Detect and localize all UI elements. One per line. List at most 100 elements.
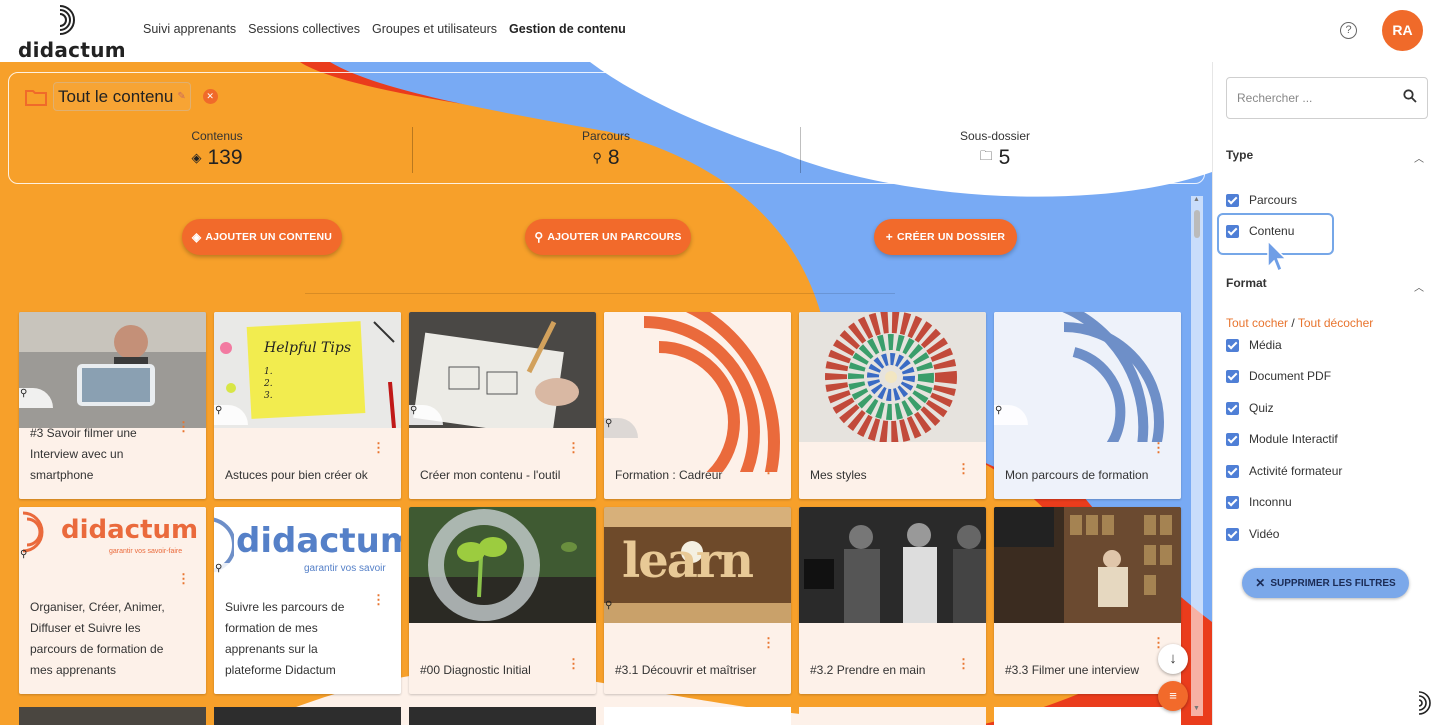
content-card-partial[interactable] xyxy=(19,707,206,725)
divider xyxy=(800,127,801,173)
content-card[interactable]: ⋮ #00 Diagnostic Initial xyxy=(409,507,596,694)
mouse-cursor-icon xyxy=(1267,239,1288,273)
filter-panel: Rechercher ... Type Parcours Contenu For… xyxy=(1212,62,1438,725)
checkbox-checked-icon[interactable] xyxy=(1226,464,1239,478)
checkbox-checked-icon[interactable] xyxy=(1226,432,1239,446)
filter-format-video[interactable]: Vidéo xyxy=(1226,527,1279,541)
content-card[interactable]: ⋮ #3.2 Prendre en main xyxy=(799,507,986,694)
scroll-down-arrow-icon[interactable]: ▼ xyxy=(1193,705,1200,712)
search-input[interactable]: Rechercher ... xyxy=(1226,77,1428,119)
content-card[interactable]: ⋮ #3.3 Filmer une interview xyxy=(994,507,1181,694)
more-vert-icon[interactable]: ⋮ xyxy=(1152,440,1165,456)
chevron-up-icon[interactable]: ︿ xyxy=(1414,279,1424,294)
filter-label: Inconnu xyxy=(1249,495,1292,509)
card-title: Organiser, Créer, Animer, Diffuser et Su… xyxy=(30,600,165,677)
card-title: Astuces pour bien créer ok xyxy=(225,468,368,482)
create-folder-label: CRÉER UN DOSSIER xyxy=(897,231,1006,243)
filter-format-module[interactable]: Module Interactif xyxy=(1226,432,1338,446)
more-vert-icon[interactable]: ⋮ xyxy=(177,571,190,587)
card-thumbnail xyxy=(409,507,596,623)
card-title: #00 Diagnostic Initial xyxy=(420,663,531,677)
didactum-logo[interactable]: didactum xyxy=(18,4,128,62)
checkbox-checked-icon[interactable] xyxy=(1226,369,1239,383)
card-thumbnail xyxy=(799,312,986,442)
logo-waves-icon xyxy=(59,5,75,35)
filter-label: Quiz xyxy=(1249,401,1274,415)
content-card-partial[interactable] xyxy=(604,707,791,725)
add-route-label: AJOUTER UN PARCOURS xyxy=(547,231,682,243)
more-vert-icon[interactable]: ⋮ xyxy=(567,440,580,456)
nav-suivi-apprenants[interactable]: Suivi apprenants xyxy=(143,22,236,36)
list-menu-icon[interactable]: ≡ xyxy=(1158,681,1188,711)
card-thumbnail xyxy=(994,507,1181,623)
content-card[interactable]: ⋮ Mes styles xyxy=(799,312,986,499)
content-card-partial[interactable] xyxy=(994,707,1181,725)
nav-groupes-utilisateurs[interactable]: Groupes et utilisateurs xyxy=(372,22,497,36)
content-card[interactable]: didactum garantir vos savoir-faire ⚲ ⋮ O… xyxy=(19,507,206,694)
close-icon: ✕ xyxy=(1255,576,1266,590)
filter-format-activite[interactable]: Activité formateur xyxy=(1226,464,1342,478)
scrollbar[interactable] xyxy=(1191,196,1203,716)
scroll-up-arrow-icon[interactable]: ▲ xyxy=(1193,196,1200,203)
stat-value: 5 xyxy=(998,146,1011,169)
clear-filters-button[interactable]: ✕ SUPPRIMER LES FILTRES xyxy=(1242,568,1409,598)
avatar[interactable]: RA xyxy=(1382,10,1423,51)
folder-icon xyxy=(25,88,47,106)
search-icon[interactable] xyxy=(1403,89,1417,103)
checkbox-checked-icon[interactable] xyxy=(1226,338,1239,352)
scrollbar-thumb[interactable] xyxy=(1194,210,1200,238)
nav-sessions-collectives[interactable]: Sessions collectives xyxy=(248,22,360,36)
nav-gestion-contenu[interactable]: Gestion de contenu xyxy=(509,22,626,36)
content-card[interactable]: ⚲ ⋮ #3 Savoir filmer une Interview avec … xyxy=(19,312,206,499)
checkbox-checked-icon[interactable] xyxy=(1226,193,1239,207)
filter-label: Vidéo xyxy=(1249,527,1280,541)
question-circle-icon[interactable]: ? xyxy=(1340,22,1357,39)
card-title: Suivre les parcours de formation de mes … xyxy=(225,600,345,677)
content-card[interactable]: ⚲ ⋮ Mon parcours de formation xyxy=(994,312,1181,499)
filter-format-media[interactable]: Média xyxy=(1226,338,1282,352)
close-icon[interactable]: ✕ xyxy=(202,89,218,104)
more-vert-icon[interactable]: ⋮ xyxy=(762,635,775,651)
checkbox-checked-icon[interactable] xyxy=(1226,401,1239,415)
content-area: Tout le contenu ✎ ✕ Contenus ◈ 139 Parcou… xyxy=(0,62,1212,725)
add-route-button[interactable]: ⚲ AJOUTER UN PARCOURS xyxy=(525,219,691,255)
filter-format-inconnu[interactable]: Inconnu xyxy=(1226,495,1292,509)
filter-format-pdf[interactable]: Document PDF xyxy=(1226,369,1331,383)
more-vert-icon[interactable]: ⋮ xyxy=(372,440,385,456)
filter-type-parcours[interactable]: Parcours xyxy=(1226,193,1297,207)
uncheck-all-link[interactable]: Tout décocher xyxy=(1298,316,1373,330)
card-title: Formation : Cadreur xyxy=(615,468,723,482)
create-folder-button[interactable]: + CRÉER UN DOSSIER xyxy=(874,219,1017,255)
type-section-title: Type xyxy=(1226,148,1254,162)
check-links: Tout cocher / Tout décocher xyxy=(1226,316,1373,330)
content-card-partial[interactable] xyxy=(214,707,401,725)
checkbox-checked-icon[interactable] xyxy=(1226,527,1239,541)
add-content-button[interactable]: ◈ AJOUTER UN CONTENU xyxy=(182,219,342,255)
thumb-list: 1. 2. 3. xyxy=(264,367,273,401)
folder-title-input[interactable]: Tout le contenu ✎ xyxy=(53,82,191,111)
content-card-partial[interactable] xyxy=(799,707,986,725)
checkbox-checked-icon[interactable] xyxy=(1226,495,1239,509)
thumb-subtext: garantir vos savoir-faire xyxy=(109,548,183,555)
check-all-link[interactable]: Tout cocher xyxy=(1226,316,1288,330)
content-stack-icon: ◈ xyxy=(191,150,202,165)
filter-format-quiz[interactable]: Quiz xyxy=(1226,401,1274,415)
folder-title: Tout le contenu xyxy=(58,86,174,106)
thumb-text: learn xyxy=(622,533,754,589)
card-title: #3.2 Prendre en main xyxy=(810,663,926,677)
content-card[interactable]: didactum garantir vos savoir ⚲ ⋮ Suivre … xyxy=(214,507,401,694)
search-placeholder: Rechercher ... xyxy=(1237,91,1313,105)
content-stack-icon: ◈ xyxy=(191,230,202,244)
divider xyxy=(305,293,895,294)
arrow-down-icon[interactable]: ↓ xyxy=(1158,644,1188,674)
content-card-partial[interactable] xyxy=(409,707,596,725)
content-card[interactable]: Helpful Tips 1. 2. 3. ⚲ ⋮ Astuces pour bie… xyxy=(214,312,401,499)
content-card[interactable]: ⚲ ⋮ Créer mon contenu - l'outil xyxy=(409,312,596,499)
chevron-up-icon[interactable]: ︿ xyxy=(1414,150,1424,165)
card-thumbnail xyxy=(604,312,791,472)
content-card[interactable]: ⚲ ⋮ Formation : Cadreur xyxy=(604,312,791,499)
route-icon: ⚲ xyxy=(534,230,544,244)
stat-parcours: Parcours ⚲ 8 xyxy=(531,129,681,170)
content-card[interactable]: learn ⚲ ⋮ #3.1 Découvrir et maîtriser xyxy=(604,507,791,694)
link-separator: / xyxy=(1291,316,1295,330)
